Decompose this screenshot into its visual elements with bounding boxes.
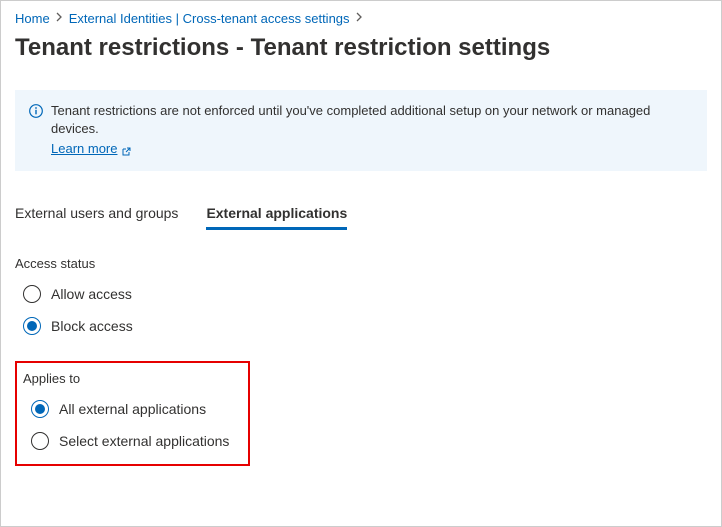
info-icon <box>29 104 43 118</box>
breadcrumb-home[interactable]: Home <box>15 11 50 26</box>
radio-label: Select external applications <box>59 433 229 449</box>
access-status-label: Access status <box>15 256 707 271</box>
chevron-right-icon <box>356 12 363 25</box>
access-status-section: Access status Allow access Block access <box>15 256 707 335</box>
radio-label: Allow access <box>51 286 132 302</box>
radio-label: Block access <box>51 318 133 334</box>
info-text: Tenant restrictions are not enforced unt… <box>51 102 693 159</box>
learn-more-label: Learn more <box>51 140 117 158</box>
info-banner: Tenant restrictions are not enforced unt… <box>15 90 707 171</box>
info-message: Tenant restrictions are not enforced unt… <box>51 103 650 136</box>
tabs: External users and groups External appli… <box>15 199 707 230</box>
radio-block-access[interactable]: Block access <box>23 317 707 335</box>
radio-icon <box>31 432 49 450</box>
page-title: Tenant restrictions - Tenant restriction… <box>15 34 707 62</box>
access-status-radio-group: Allow access Block access <box>15 285 707 335</box>
breadcrumb: Home External Identities | Cross-tenant … <box>15 11 707 26</box>
tab-external-users-groups[interactable]: External users and groups <box>15 199 178 230</box>
radio-allow-access[interactable]: Allow access <box>23 285 707 303</box>
radio-all-external-apps[interactable]: All external applications <box>31 400 240 418</box>
radio-icon <box>31 400 49 418</box>
applies-to-section: Applies to All external applications Sel… <box>15 361 250 466</box>
radio-select-external-apps[interactable]: Select external applications <box>31 432 240 450</box>
radio-label: All external applications <box>59 401 206 417</box>
learn-more-link[interactable]: Learn more <box>51 140 131 158</box>
applies-to-radio-group: All external applications Select externa… <box>21 400 240 450</box>
radio-icon <box>23 317 41 335</box>
chevron-right-icon <box>56 12 63 25</box>
applies-to-label: Applies to <box>23 371 240 386</box>
external-link-icon <box>121 144 131 154</box>
tab-external-applications[interactable]: External applications <box>206 199 347 230</box>
breadcrumb-external-identities[interactable]: External Identities | Cross-tenant acces… <box>69 11 350 26</box>
radio-icon <box>23 285 41 303</box>
